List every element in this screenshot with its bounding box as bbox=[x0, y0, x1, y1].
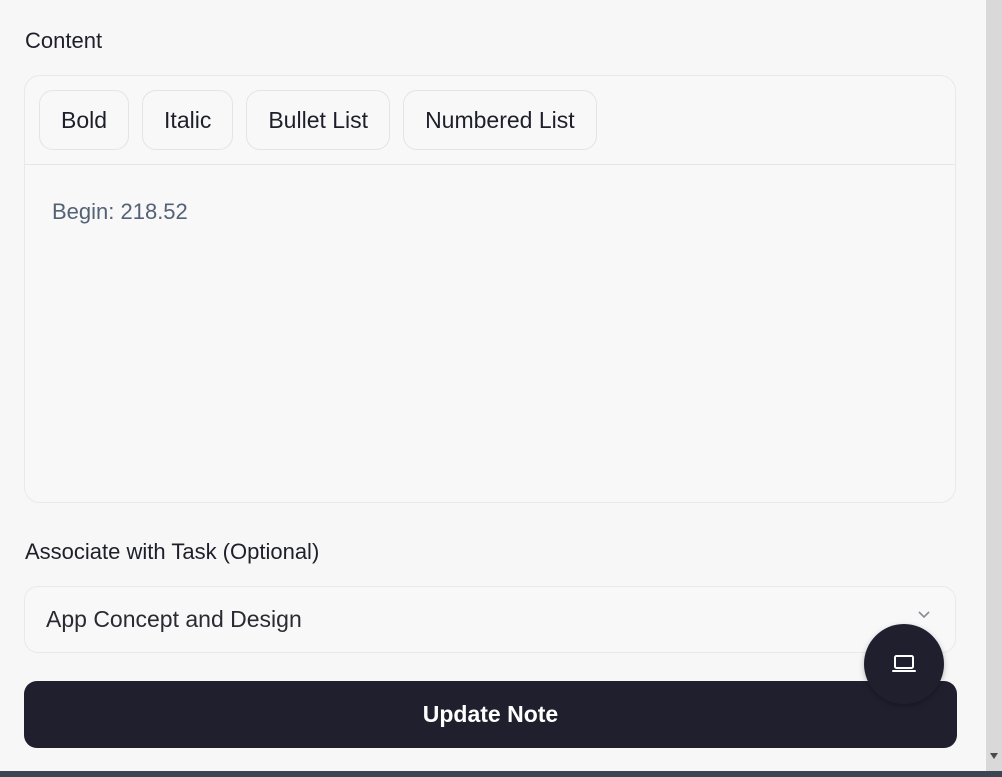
rich-text-editor: Bold Italic Bullet List Numbered List Be… bbox=[24, 75, 956, 503]
update-note-button[interactable]: Update Note bbox=[24, 681, 957, 748]
floating-action-button[interactable] bbox=[864, 624, 944, 704]
bold-button[interactable]: Bold bbox=[39, 90, 130, 150]
numbered-list-button[interactable]: Numbered List bbox=[403, 90, 597, 150]
bullet-list-button[interactable]: Bullet List bbox=[246, 90, 391, 150]
task-label: Associate with Task (Optional) bbox=[25, 539, 320, 564]
vertical-scrollbar[interactable] bbox=[986, 0, 1002, 771]
laptop-icon bbox=[892, 655, 916, 672]
editor-content-area[interactable]: Begin: 218.52 bbox=[25, 165, 955, 259]
chevron-down-icon bbox=[918, 611, 930, 619]
bottom-bar bbox=[0, 771, 1002, 777]
editor-toolbar: Bold Italic Bullet List Numbered List bbox=[25, 76, 955, 165]
task-select[interactable]: App Concept and Design bbox=[24, 586, 956, 653]
content-label: Content bbox=[25, 28, 103, 53]
editor-text: Begin: 218.52 bbox=[52, 199, 188, 224]
scroll-down-arrow-icon[interactable] bbox=[990, 753, 998, 759]
italic-button[interactable]: Italic bbox=[142, 90, 234, 150]
task-select-value: App Concept and Design bbox=[46, 606, 302, 632]
